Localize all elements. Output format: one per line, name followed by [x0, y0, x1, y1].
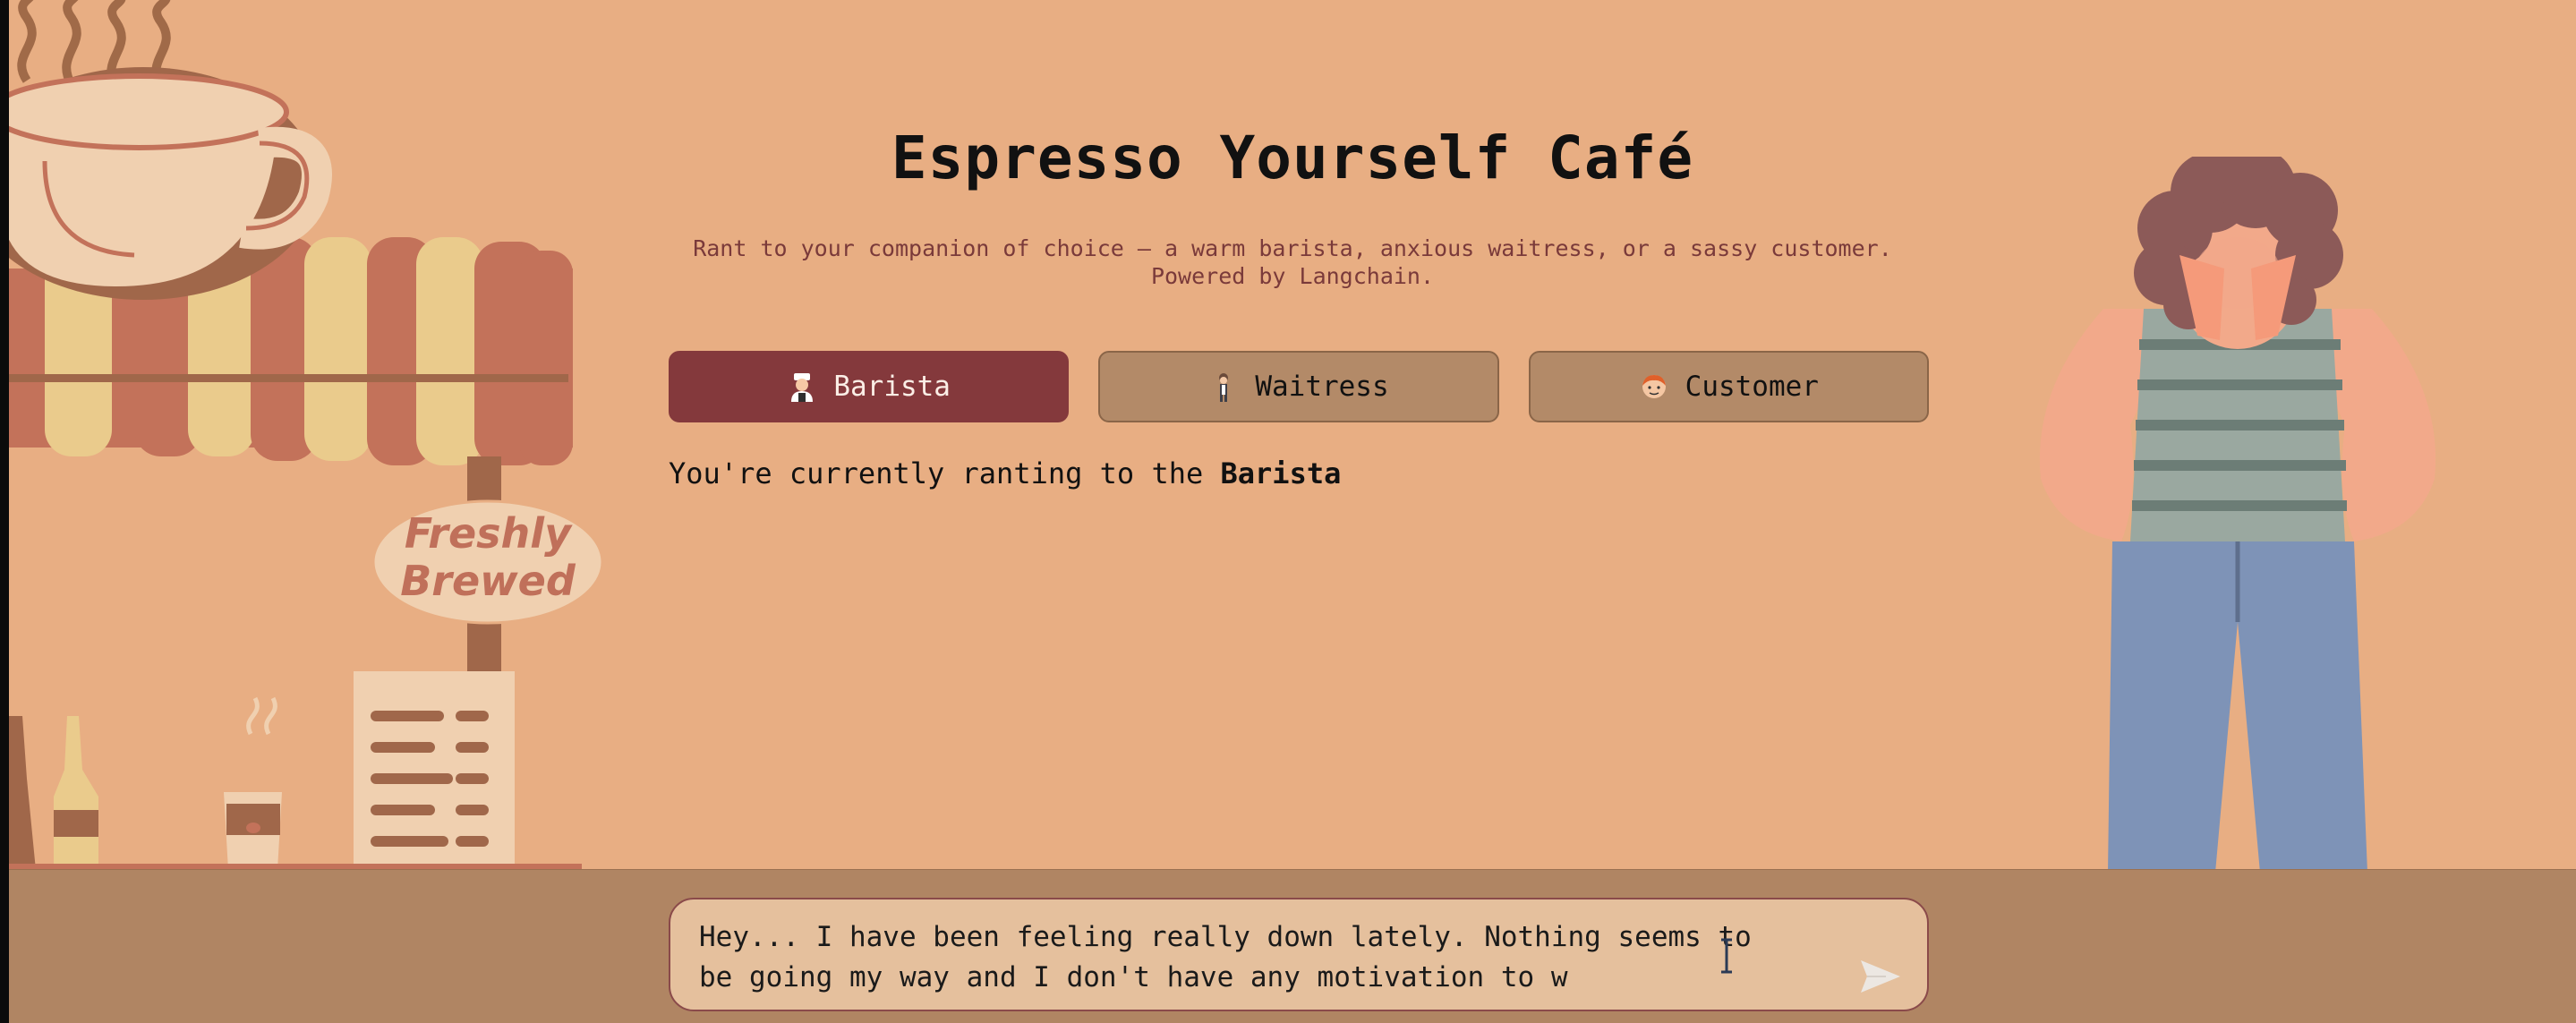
role-selector: Barista Waitress Customer	[669, 351, 1929, 422]
status-current-role: Barista	[1220, 456, 1342, 490]
subtitle-line-2: Powered by Langchain.	[1150, 263, 1435, 289]
customer-button-label: Customer	[1685, 371, 1819, 403]
barista-emoji-icon	[791, 373, 814, 402]
app-canvas: Freshly Brewed Espresso Yourself Café Ra…	[9, 0, 2576, 1023]
customer-button[interactable]: Customer	[1528, 351, 1929, 422]
customer-emoji-icon	[1642, 375, 1666, 398]
send-icon[interactable]	[1859, 959, 1902, 994]
page-title: Espresso Yourself Café	[891, 124, 1694, 192]
chat-input-container: Hey... I have been feeling really down l…	[669, 898, 1929, 1011]
text-cursor-icon	[1721, 938, 1732, 974]
current-companion-status: You're currently ranting to the Barista	[669, 456, 1341, 490]
sign-text-line1: Freshly	[405, 509, 573, 558]
waitress-button-label: Waitress	[1255, 371, 1389, 403]
waitress-emoji-icon	[1219, 373, 1229, 402]
barista-button[interactable]: Barista	[669, 351, 1070, 422]
subtitle-line-1: Rant to your companion of choice — a war…	[693, 235, 1892, 261]
sign-text-line2: Brewed	[400, 557, 576, 605]
page-subtitle: Rant to your companion of choice — a war…	[9, 234, 2576, 290]
status-prefix: You're currently ranting to the	[669, 456, 1221, 490]
barista-button-label: Barista	[833, 371, 951, 403]
rant-input[interactable]: Hey... I have been feeling really down l…	[670, 899, 1825, 1010]
waitress-button[interactable]: Waitress	[1098, 351, 1499, 422]
